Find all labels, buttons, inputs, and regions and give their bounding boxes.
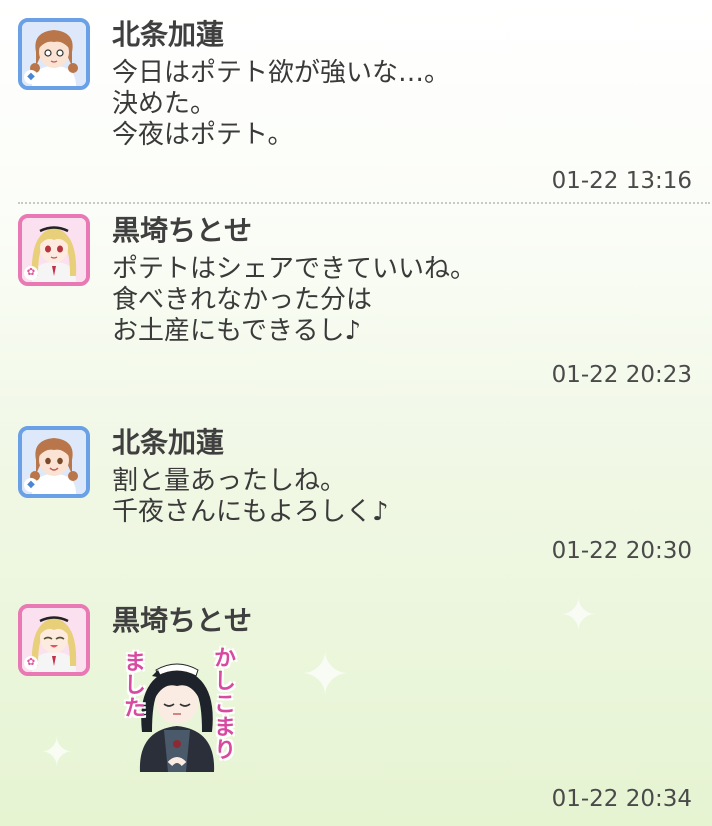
sender-avatar[interactable]: ◆: [18, 426, 90, 498]
message-timestamp: 01-22 20:34: [551, 786, 692, 812]
chat-message: ✿ 黒埼ちとせ ポテトはシェアできていいね。 食べきれなかった分は お土産にもで…: [0, 214, 712, 394]
message-timestamp: 01-22 20:30: [551, 538, 692, 564]
diamond-badge-icon: ◆: [24, 70, 38, 84]
sender-avatar[interactable]: ✿: [18, 214, 90, 286]
message-text: ポテトはシェアできていいね。 食べきれなかった分は お土産にもできるし♪: [112, 254, 477, 346]
flower-badge-icon: ✿: [24, 656, 38, 670]
message-divider: [18, 202, 710, 204]
message-text: 割と量あったしね。 千夜さんにもよろしく♪: [112, 466, 389, 527]
flower-badge-icon: ✿: [24, 266, 38, 280]
sender-avatar[interactable]: ◆: [18, 18, 90, 90]
chat-message: ◆ 北条加蓮 今日はポテト欲が強いな…。 決めた。 今夜はポテト。 01-22 …: [0, 18, 712, 198]
sender-avatar[interactable]: ✿: [18, 604, 90, 676]
sender-name: 黒埼ちとせ: [112, 604, 253, 637]
maid-sticker[interactable]: かしこまり ました: [112, 646, 242, 776]
sender-name: 北条加蓮: [112, 426, 225, 459]
sender-name: 黒埼ちとせ: [112, 214, 253, 247]
sender-name: 北条加蓮: [112, 18, 225, 51]
message-timestamp: 01-22 20:23: [551, 362, 692, 388]
chat-message: ✿ 黒埼ちとせ かしこまり ました 01-22 20:34: [0, 604, 712, 814]
diamond-badge-icon: ◆: [24, 478, 38, 492]
sticker-text-right: かしこまり: [210, 646, 235, 761]
message-text: 今日はポテト欲が強いな…。 決めた。 今夜はポテト。: [112, 58, 451, 150]
message-timestamp: 01-22 13:16: [551, 168, 692, 194]
chat-message: ◆ 北条加蓮 割と量あったしね。 千夜さんにもよろしく♪ 01-22 20:30: [0, 426, 712, 576]
sticker-text-left: ました: [120, 650, 145, 719]
